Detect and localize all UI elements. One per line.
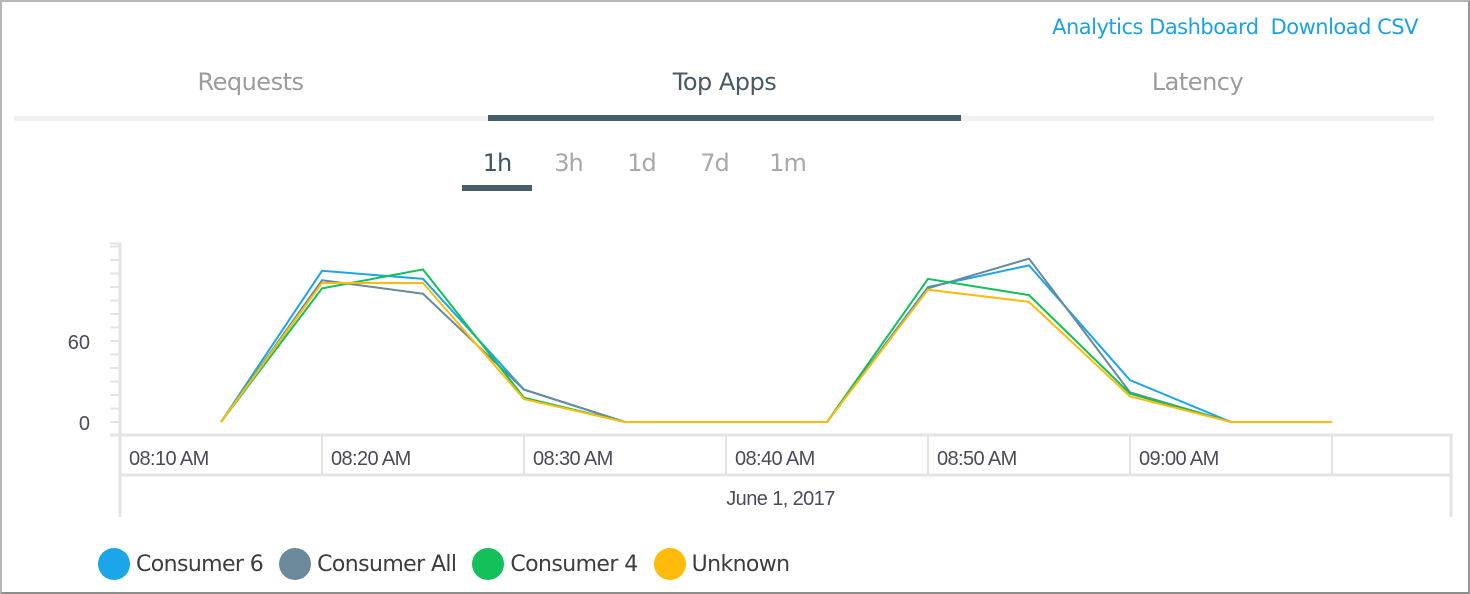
legend-item-consumer-all[interactable]: Consumer All <box>279 548 457 580</box>
tab-latency[interactable]: Latency <box>961 62 1434 116</box>
analytics-dashboard-link[interactable]: Analytics Dashboard <box>1052 15 1259 39</box>
legend-dot-icon <box>653 548 686 580</box>
legend-label: Consumer 4 <box>510 551 638 577</box>
time-range-selector: 1h 3h 1d 7d 1m <box>462 147 824 191</box>
header-links: Analytics Dashboard Download CSV <box>1052 15 1418 39</box>
range-3h[interactable]: 3h <box>532 147 605 191</box>
tab-top-apps[interactable]: Top Apps <box>488 62 961 121</box>
chart-series <box>220 257 1332 423</box>
legend-label: Consumer 6 <box>136 551 264 577</box>
legend-dot-icon <box>279 548 312 580</box>
legend-item-consumer-4[interactable]: Consumer 4 <box>472 548 638 580</box>
legend-dot-icon <box>98 548 130 580</box>
series-line-consumer-4 <box>220 268 1332 423</box>
legend-item-consumer-6[interactable]: Consumer 6 <box>98 548 264 580</box>
chart-legend: Consumer 6 Consumer All Consumer 4 Unkno… <box>98 548 806 580</box>
legend-item-unknown[interactable]: Unknown <box>653 548 791 580</box>
x-tick-label: 08:50 AM <box>937 448 1017 470</box>
tab-bar: Requests Top Apps Latency <box>14 62 1434 124</box>
x-tick-label: 08:20 AM <box>331 448 411 470</box>
range-1d[interactable]: 1d <box>605 147 678 191</box>
tab-requests[interactable]: Requests <box>14 62 487 116</box>
x-tick-label: 09:00 AM <box>1139 448 1219 470</box>
y-tick-label: 60 <box>68 332 90 354</box>
line-chart: 0 60 08:10 AM 08:20 AM 08:30 AM 08:40 AM 08:50… <box>68 242 1453 517</box>
range-1m[interactable]: 1m <box>751 147 824 191</box>
x-axis-label: June 1, 2017 <box>726 488 835 510</box>
legend-label: Consumer All <box>317 551 457 577</box>
legend-label: Unknown <box>691 551 791 577</box>
x-tick-label: 08:10 AM <box>129 448 209 470</box>
y-tick-label: 0 <box>79 413 90 435</box>
range-7d[interactable]: 7d <box>678 147 751 191</box>
chart-axes: 0 60 08:10 AM 08:20 AM 08:30 AM 08:40 AM 08:50… <box>68 242 1453 517</box>
download-csv-link[interactable]: Download CSV <box>1271 15 1419 39</box>
series-line-unknown <box>220 281 1332 423</box>
x-tick-label: 08:30 AM <box>533 448 613 470</box>
x-tick-label: 08:40 AM <box>735 448 815 470</box>
range-1h[interactable]: 1h <box>462 147 532 191</box>
legend-dot-icon <box>472 548 505 580</box>
